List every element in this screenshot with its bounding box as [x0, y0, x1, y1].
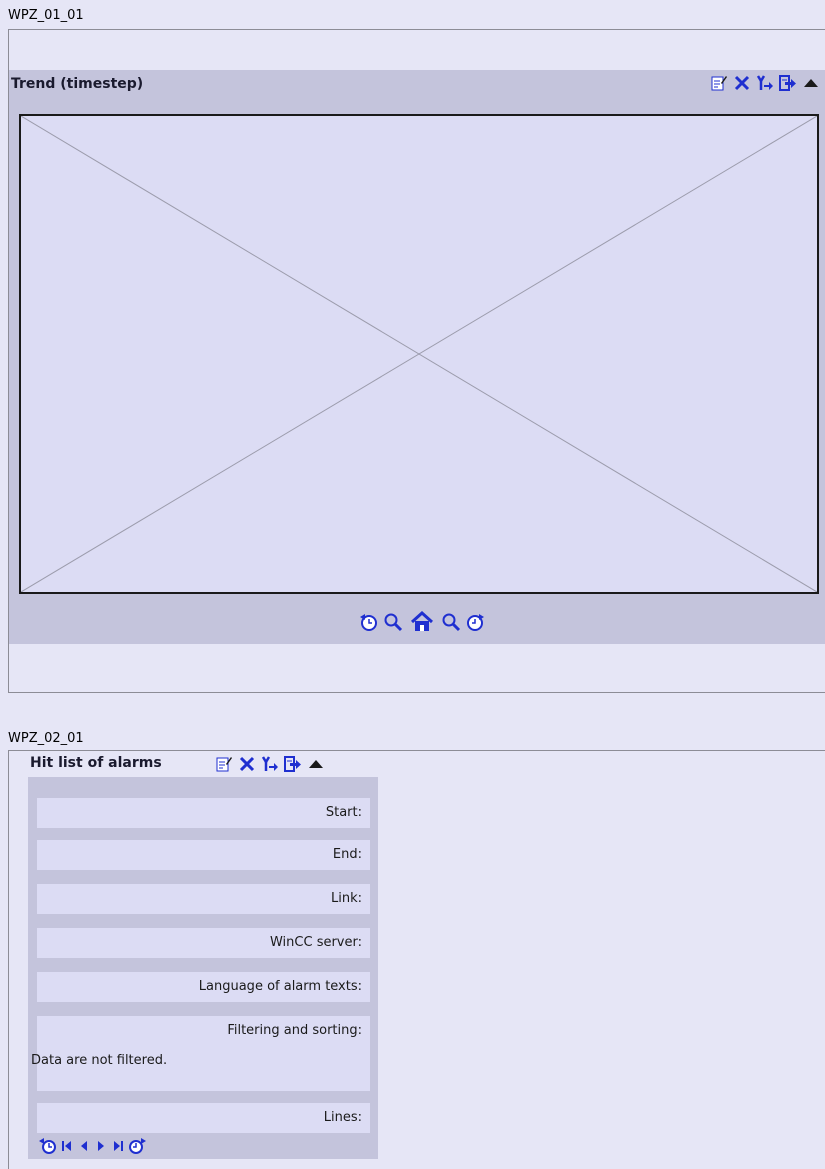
lines-field: Lines: — [37, 1103, 370, 1133]
web-part-zone-1: Trend (timestep) — [8, 29, 825, 693]
filtering-value: Data are not filtered. — [31, 1053, 168, 1068]
collapse-icon[interactable] — [802, 74, 820, 92]
zoom-out-icon[interactable] — [383, 612, 403, 632]
export-icon[interactable] — [779, 74, 797, 92]
trend-toolbar — [710, 74, 820, 92]
language-label: Language of alarm texts: — [198, 979, 362, 994]
filtering-label: Filtering and sorting: — [227, 1023, 362, 1038]
connect-icon[interactable] — [261, 755, 279, 773]
zone-label-1: WPZ_01_01 — [8, 8, 84, 23]
collapse-icon[interactable] — [307, 755, 325, 773]
alarm-title-bar: Hit list of alarms — [28, 751, 378, 777]
edit-icon[interactable] — [710, 74, 728, 92]
rewind-time-icon[interactable] — [359, 612, 379, 632]
alarm-title: Hit list of alarms — [30, 755, 162, 771]
next-page-icon[interactable] — [93, 1137, 109, 1155]
alarm-toolbar — [215, 755, 325, 773]
edit-icon[interactable] — [215, 755, 233, 773]
home-icon[interactable] — [407, 611, 437, 632]
time-back-icon[interactable] — [38, 1137, 58, 1155]
link-label: Link: — [330, 891, 362, 906]
alarm-panel: Hit list of alarms Start: End: Link: Win… — [28, 751, 378, 1159]
start-label: Start: — [325, 805, 362, 820]
forward-time-icon[interactable] — [465, 612, 485, 632]
prev-page-icon[interactable] — [76, 1137, 92, 1155]
zoom-in-icon[interactable] — [441, 612, 461, 632]
export-icon[interactable] — [284, 755, 302, 773]
alarm-navigation — [38, 1137, 147, 1155]
trend-chart-placeholder — [19, 114, 819, 594]
trend-title: Trend (timestep) — [11, 76, 144, 92]
time-forward-icon[interactable] — [127, 1137, 147, 1155]
server-field: WinCC server: — [37, 928, 370, 958]
close-icon[interactable] — [733, 74, 751, 92]
start-field: Start: — [37, 798, 370, 828]
first-page-icon[interactable] — [59, 1137, 75, 1155]
filtering-field: Filtering and sorting: Data are not filt… — [31, 1016, 370, 1091]
trend-panel: Trend (timestep) — [9, 70, 825, 644]
language-field: Language of alarm texts: — [37, 972, 370, 1002]
end-label: End: — [332, 847, 362, 862]
server-label: WinCC server: — [269, 935, 362, 950]
web-part-zone-2: Hit list of alarms Start: End: Link: Win… — [8, 750, 825, 1169]
zone-label-2: WPZ_02_01 — [8, 731, 84, 746]
last-page-icon[interactable] — [110, 1137, 126, 1155]
connect-icon[interactable] — [756, 74, 774, 92]
end-field: End: — [37, 840, 370, 870]
close-icon[interactable] — [238, 755, 256, 773]
link-field: Link: — [37, 884, 370, 914]
lines-label: Lines: — [323, 1110, 362, 1125]
trend-navigation — [9, 610, 825, 634]
